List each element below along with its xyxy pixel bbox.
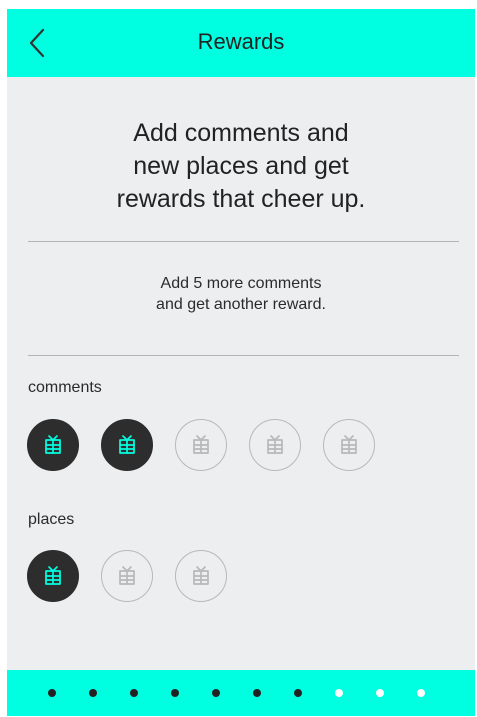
progress-line-1: Add 5 more comments — [160, 275, 322, 292]
page-dot-8[interactable] — [335, 689, 343, 697]
gift-icon — [45, 566, 61, 585]
gift-icon — [341, 435, 357, 454]
gift-icon — [119, 566, 135, 585]
gift-icon — [193, 435, 209, 454]
places-reward-row — [27, 550, 227, 604]
page-dot-3[interactable] — [130, 689, 138, 697]
comments-section-label: comments — [28, 379, 102, 396]
comments-reward-row — [27, 419, 375, 473]
top-divider — [28, 241, 459, 242]
pagination-dots — [48, 689, 425, 697]
page-dot-4[interactable] — [171, 689, 179, 697]
comments-reward-badge-earned[interactable] — [27, 419, 79, 471]
page-title: Rewards — [197, 29, 285, 54]
rewards-screen: Rewards Add comments and new places and … — [7, 9, 475, 716]
intro-line-1: Add comments and — [133, 119, 349, 147]
progress-line-2: and get another reward. — [156, 296, 326, 313]
comments-reward-badge-earned[interactable] — [101, 419, 153, 471]
places-reward-badge-locked[interactable] — [175, 550, 227, 602]
page-dot-9[interactable] — [376, 689, 384, 697]
intro-line-3: rewards that cheer up. — [116, 185, 366, 213]
gift-icon — [119, 435, 135, 454]
intro-line-2: new places and get — [133, 152, 349, 180]
gift-icon — [45, 435, 61, 454]
page-dot-5[interactable] — [212, 689, 220, 697]
rewards-intro: Add comments and new places and get rewa… — [31, 117, 451, 216]
places-reward-badge-locked[interactable] — [101, 550, 153, 602]
gift-icon — [267, 435, 283, 454]
bottom-divider — [28, 355, 459, 356]
comments-reward-badge-locked[interactable] — [249, 419, 301, 471]
page-dot-7[interactable] — [294, 689, 302, 697]
pagination-bar — [7, 670, 475, 716]
page-dot-6[interactable] — [253, 689, 261, 697]
gift-icon — [193, 566, 209, 585]
page-dot-10[interactable] — [417, 689, 425, 697]
places-section-label: places — [28, 511, 75, 528]
comments-reward-badge-locked[interactable] — [323, 419, 375, 471]
top-app-bar: Rewards — [7, 9, 475, 77]
progress-message: Add 5 more comments and get another rewa… — [31, 273, 451, 315]
places-reward-badge-earned[interactable] — [27, 550, 79, 602]
comments-reward-badge-locked[interactable] — [175, 419, 227, 471]
page-dot-1[interactable] — [48, 689, 56, 697]
page-dot-2[interactable] — [89, 689, 97, 697]
